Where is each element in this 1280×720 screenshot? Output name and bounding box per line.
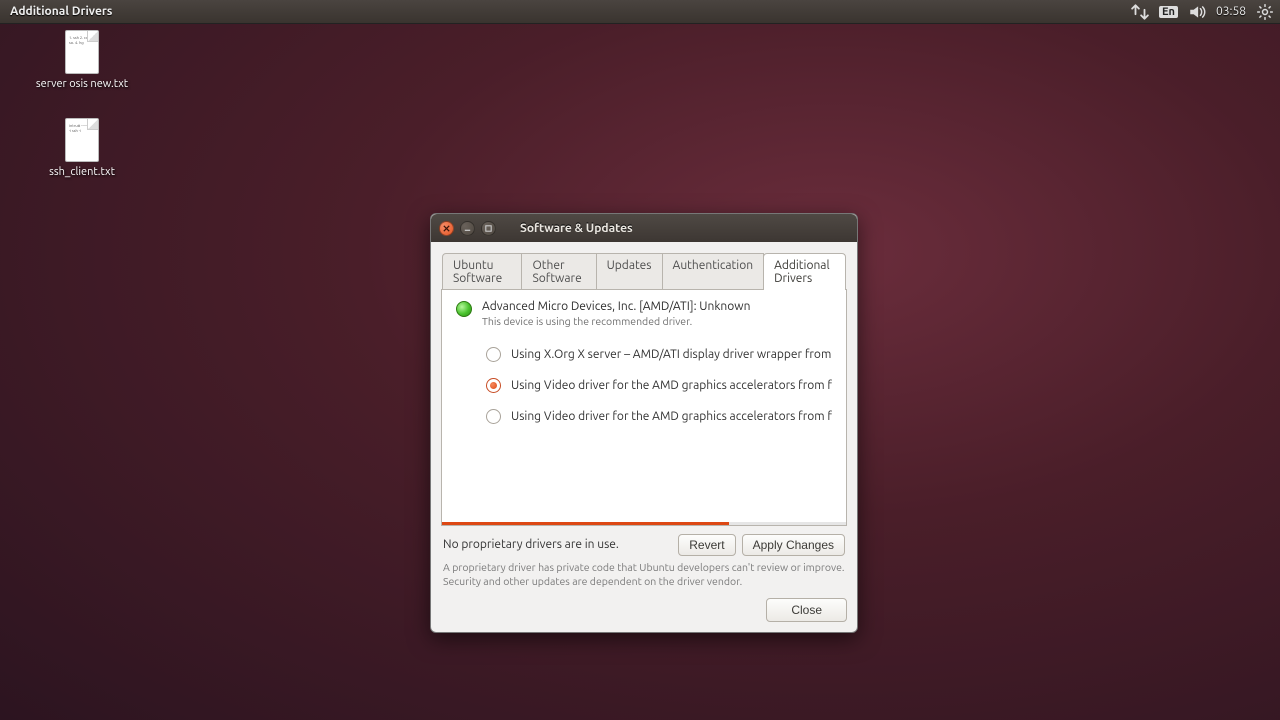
radio-button[interactable] <box>486 378 501 393</box>
driver-option[interactable]: Using X.Org X server – AMD/ATI display d… <box>456 339 832 370</box>
clock[interactable]: 03:58 <box>1216 5 1246 18</box>
titlebar[interactable]: Software & Updates <box>431 214 857 242</box>
txt-file-icon: 1. ssh 2. cd 3. so. 4. hg <box>65 30 99 74</box>
tab-bar: Ubuntu Software Other Software Updates A… <box>441 252 847 289</box>
network-icon[interactable] <box>1131 3 1149 21</box>
file-label: ssh_client.txt <box>12 166 152 178</box>
device-title: Advanced Micro Devices, Inc. [AMD/ATI]: … <box>482 300 750 313</box>
close-button[interactable]: Close <box>766 598 847 622</box>
file-label: server osis new.txt <box>12 78 152 90</box>
revert-button[interactable]: Revert <box>678 534 735 556</box>
footnote: A proprietary driver has private code th… <box>441 556 847 588</box>
software-updates-dialog: Software & Updates Ubuntu Software Other… <box>430 213 858 633</box>
top-menubar: Additional Drivers En 03:58 <box>0 0 1280 24</box>
device-subtitle: This device is using the recommended dri… <box>482 315 750 327</box>
driver-option[interactable]: Using Video driver for the AMD graphics … <box>456 370 832 401</box>
dialog-title: Software & Updates <box>520 222 633 235</box>
desktop-file-icon[interactable]: 1. ssh 2. cd 3. so. 4. hg server osis ne… <box>12 30 152 90</box>
device-status-icon <box>456 301 472 317</box>
progress-bar <box>442 522 729 525</box>
driver-option-label: Using Video driver for the AMD graphics … <box>511 379 832 392</box>
tab-additional-drivers[interactable]: Additional Drivers <box>763 253 846 290</box>
radio-button[interactable] <box>486 409 501 424</box>
driver-option-label: Using X.Org X server – AMD/ATI display d… <box>511 348 832 361</box>
tab-authentication[interactable]: Authentication <box>662 253 765 290</box>
tab-other-software[interactable]: Other Software <box>521 253 596 290</box>
system-tray: En 03:58 <box>1131 3 1274 21</box>
driver-options: Using X.Org X server – AMD/ATI display d… <box>456 339 832 432</box>
keyboard-indicator[interactable]: En <box>1159 6 1178 18</box>
volume-icon[interactable] <box>1188 3 1206 21</box>
status-text: No proprietary drivers are in use. <box>443 538 619 551</box>
desktop-file-icon[interactable]: intru# ----- ssh -i ssh -i ssh_client.tx… <box>12 118 152 178</box>
tab-ubuntu-software[interactable]: Ubuntu Software <box>442 253 522 290</box>
gear-icon[interactable] <box>1256 3 1274 21</box>
drivers-panel: Advanced Micro Devices, Inc. [AMD/ATI]: … <box>441 289 847 526</box>
progress-track <box>442 522 846 525</box>
radio-button[interactable] <box>486 347 501 362</box>
window-close-button[interactable] <box>439 221 454 236</box>
window-maximize-button[interactable] <box>481 221 496 236</box>
driver-option[interactable]: Using Video driver for the AMD graphics … <box>456 401 832 432</box>
tab-updates[interactable]: Updates <box>596 253 663 290</box>
txt-file-icon: intru# ----- ssh -i ssh -i <box>65 118 99 162</box>
window-minimize-button[interactable] <box>460 221 475 236</box>
apply-changes-button[interactable]: Apply Changes <box>742 534 845 556</box>
menubar-title: Additional Drivers <box>6 5 112 18</box>
driver-option-label: Using Video driver for the AMD graphics … <box>511 410 832 423</box>
